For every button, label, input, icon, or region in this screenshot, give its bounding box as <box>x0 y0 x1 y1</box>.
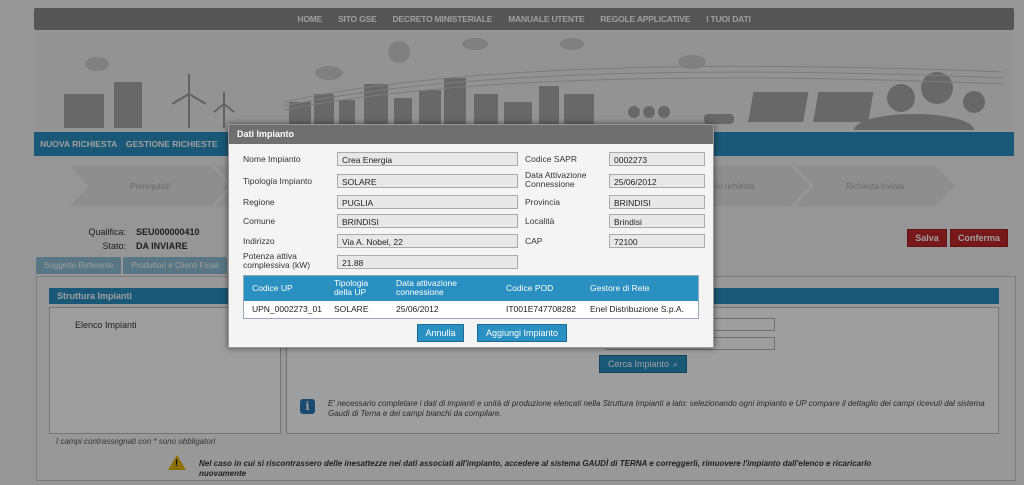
aggiungi-impianto-button[interactable]: Aggiungi Impianto <box>477 324 567 342</box>
cell-data-attivazione: 25/06/2012 <box>396 304 439 314</box>
cap-label: CAP <box>525 236 543 246</box>
annulla-button[interactable]: Annulla <box>417 324 464 342</box>
codice-sapr-field: 0002273 <box>609 152 705 166</box>
dati-impianto-dialog: Dati Impianto Nome Impianto Crea Energia… <box>228 124 714 348</box>
potenza-label: Potenza attiva complessiva (kW) <box>243 251 311 270</box>
up-table: Codice UP Tipologia della UP Data attiva… <box>243 275 699 319</box>
dialog-title: Dati Impianto <box>229 125 713 144</box>
cell-gestore-rete: Enel Distribuzione S.p.A. <box>590 304 685 314</box>
tipologia-impianto-field: SOLARE <box>337 174 518 188</box>
col-data-attivazione: Data attivazione connessione <box>396 278 457 297</box>
up-table-header: Codice UP Tipologia della UP Data attiva… <box>244 276 698 301</box>
regione-label: Regione <box>243 197 275 207</box>
nome-impianto-label: Nome Impianto <box>243 154 301 164</box>
potenza-field: 21.88 <box>337 255 518 269</box>
provincia-field: BRINDISI <box>609 195 705 209</box>
comune-label: Comune <box>243 216 276 226</box>
data-attivazione-label: Data Attivazione Connessione <box>525 170 587 189</box>
col-gestore-rete: Gestore di Rete <box>590 283 650 293</box>
localita-field: Brindisi <box>609 214 705 228</box>
table-row[interactable]: UPN_0002273_01 SOLARE 25/06/2012 IT001E7… <box>244 301 698 318</box>
data-attivazione-field: 25/06/2012 <box>609 174 705 188</box>
comune-field: BRINDISI <box>337 214 518 228</box>
cell-codice-up: UPN_0002273_01 <box>252 304 322 314</box>
provincia-label: Provincia <box>525 197 560 207</box>
localita-label: Località <box>525 216 555 226</box>
col-tipologia-up: Tipologia della UP <box>334 278 369 297</box>
cell-tipologia-up: SOLARE <box>334 304 369 314</box>
cell-codice-pod: IT001E747708282 <box>506 304 576 314</box>
cap-field: 72100 <box>609 234 705 248</box>
regione-field: PUGLIA <box>337 195 518 209</box>
indirizzo-field: Via A. Nobel, 22 <box>337 234 518 248</box>
indirizzo-label: Indirizzo <box>243 236 275 246</box>
tipologia-impianto-label: Tipologia Impianto <box>243 176 313 186</box>
col-codice-pod: Codice POD <box>506 283 554 293</box>
codice-sapr-label: Codice SAPR <box>525 154 577 164</box>
nome-impianto-field: Crea Energia <box>337 152 518 166</box>
col-codice-up: Codice UP <box>252 283 293 293</box>
